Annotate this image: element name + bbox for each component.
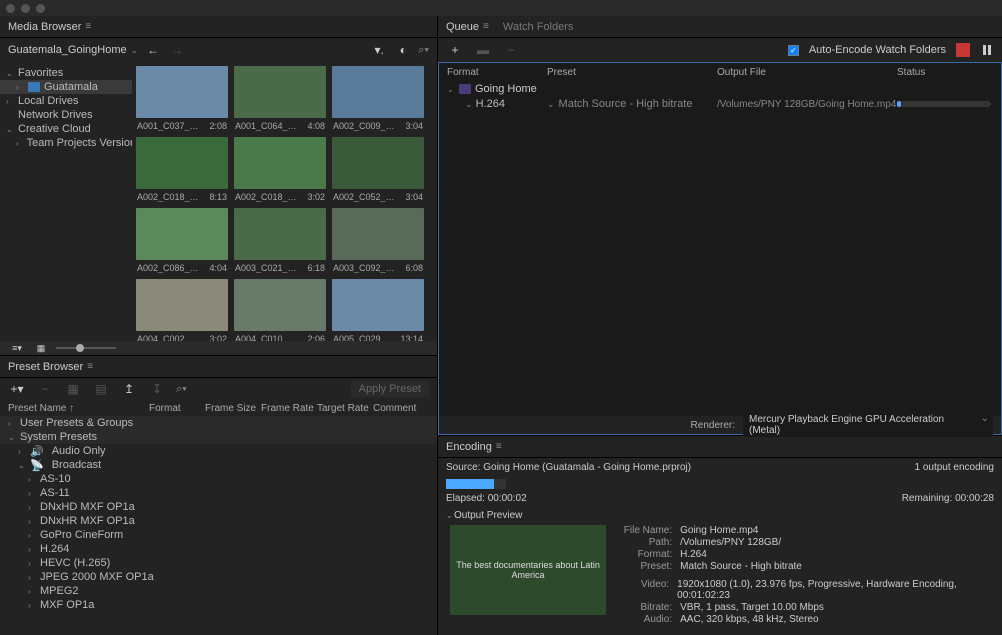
preset-column-headers: Preset Name ↑ Format Frame Size Frame Ra…: [0, 400, 437, 416]
sort-arrow-icon[interactable]: ↑: [69, 403, 74, 414]
chevron-down-icon[interactable]: ⌄: [547, 99, 555, 110]
output-file-link[interactable]: /Volumes/PNY 128GB/Going Home.mp4: [717, 99, 897, 110]
clip-thumbnail[interactable]: A005_C029_0925...13:14: [332, 279, 424, 341]
encoding-tab[interactable]: Encoding≡: [446, 441, 502, 453]
nav-back-button[interactable]: ←: [144, 41, 162, 59]
panel-menu-icon[interactable]: ≡: [496, 441, 502, 452]
media-browser-toolbar: Guatemala_GoingHome ⌄ ← → ▾. ◐ ⌕▾: [0, 38, 437, 62]
renderer-label: Renderer:: [691, 420, 735, 431]
preset-broadcast[interactable]: ⌄📡Broadcast: [0, 458, 437, 472]
output-preview-label: Output Preview: [454, 510, 522, 521]
preset-item[interactable]: ›DNxHR MXF OP1a: [0, 514, 437, 528]
clip-thumbnail[interactable]: A002_C009_0922...3:04: [332, 66, 424, 131]
panel-menu-icon[interactable]: ≡: [87, 361, 93, 372]
minimize-window-icon[interactable]: [21, 4, 30, 13]
export-preset-button: ↧: [148, 380, 166, 398]
output-count: 1 output encoding: [914, 462, 994, 473]
ingest-icon[interactable]: ◐: [394, 41, 412, 59]
folder-tree: ⌄Favorites ›Guatamala ›Local Drives Netw…: [0, 62, 132, 341]
tree-favorites[interactable]: ⌄Favorites: [0, 66, 132, 80]
settings-preset-button: ▤: [92, 380, 110, 398]
media-browser-tab[interactable]: Media Browser≡: [8, 21, 91, 33]
clip-thumbnail[interactable]: A004_C002_0924...3:02: [136, 279, 228, 341]
delete-preset-button: −: [36, 380, 54, 398]
filter-icon[interactable]: ▾.: [370, 41, 388, 59]
clip-thumbnail[interactable]: A002_C018_0922...3:02: [234, 137, 326, 202]
path-breadcrumb[interactable]: Guatemala_GoingHome ⌄: [8, 44, 138, 56]
close-window-icon[interactable]: [6, 4, 15, 13]
watch-folders-tab[interactable]: Watch Folders: [503, 21, 574, 33]
media-browser-footer: ≡▾ ▦: [0, 341, 437, 355]
speaker-icon: 🔊: [30, 445, 44, 458]
queue-item[interactable]: ⌄Going Home ⌄ H.264 ⌄ Match Source - Hig…: [439, 82, 1001, 112]
auto-encode-checkbox[interactable]: ✓: [788, 45, 799, 56]
tree-local-drives[interactable]: ›Local Drives: [0, 94, 132, 108]
queue-tab[interactable]: Queue≡: [446, 21, 489, 33]
preset-item[interactable]: ›HEVC (H.265): [0, 556, 437, 570]
tree-team-projects[interactable]: ›Team Projects Versions: [0, 136, 132, 150]
preset-browser-tab[interactable]: Preset Browser≡: [8, 361, 93, 373]
panel-menu-icon[interactable]: ≡: [483, 21, 489, 32]
add-source-button[interactable]: +: [446, 41, 464, 59]
auto-encode-label: Auto-Encode Watch Folders: [809, 44, 946, 56]
chevron-down-icon[interactable]: ⌄: [447, 85, 455, 94]
remove-source-button: ▬: [474, 41, 492, 59]
preset-item[interactable]: ›GoPro CineForm: [0, 528, 437, 542]
nav-forward-button: →: [168, 41, 186, 59]
apply-preset-button: Apply Preset: [351, 381, 429, 397]
item-progress-bar: [897, 101, 991, 107]
tree-guatemala[interactable]: ›Guatamala: [0, 80, 132, 94]
preset-item[interactable]: ›AS-11: [0, 486, 437, 500]
maximize-window-icon[interactable]: [36, 4, 45, 13]
tree-creative-cloud[interactable]: ⌄Creative Cloud: [0, 122, 132, 136]
stop-queue-button[interactable]: [956, 43, 970, 57]
chevron-down-icon: ⌄: [131, 45, 139, 56]
preview-thumbnail: The best documentaries about Latin Ameri…: [450, 525, 606, 615]
preset-item[interactable]: ›MPEG2: [0, 584, 437, 598]
preset-search-input[interactable]: ⌕▾: [176, 383, 341, 396]
chevron-down-icon[interactable]: ⌄: [446, 511, 454, 520]
chevron-down-icon[interactable]: ⌄: [465, 99, 473, 109]
source-label: Source:: [446, 462, 480, 473]
media-browser-tabbar: Media Browser≡: [0, 16, 437, 38]
premiere-project-icon: [459, 84, 471, 94]
thumbnail-size-slider[interactable]: [56, 347, 116, 349]
preset-item[interactable]: ›AS-10: [0, 472, 437, 486]
duplicate-button: −: [502, 41, 520, 59]
folder-icon: [28, 82, 40, 92]
clip-thumbnail[interactable]: A001_C037_0921...2:08: [136, 66, 228, 131]
broadcast-icon: 📡: [30, 459, 44, 472]
output-details: File Name:Going Home.mp4 Path:/Volumes/P…: [618, 525, 994, 625]
preset-item[interactable]: ›MXF OP1a: [0, 598, 437, 612]
search-input[interactable]: ⌕▾: [418, 44, 429, 57]
preset-group-system[interactable]: ⌄System Presets: [0, 430, 437, 444]
clip-thumbnail[interactable]: A002_C018_0922...8:13: [136, 137, 228, 202]
preset-item[interactable]: ›H.264: [0, 542, 437, 556]
preset-group-user[interactable]: ›User Presets & Groups: [0, 416, 437, 430]
clip-thumbnail[interactable]: A002_C052_0922...3:04: [332, 137, 424, 202]
panel-menu-icon[interactable]: ≡: [85, 21, 91, 32]
add-preset-button[interactable]: +▾: [8, 380, 26, 398]
encoding-progress-bar: [446, 479, 506, 489]
window-titlebar: [0, 0, 1002, 16]
preset-item[interactable]: ›JPEG 2000 MXF OP1a: [0, 570, 437, 584]
group-preset-button: ▦: [64, 380, 82, 398]
clip-thumbnail[interactable]: A003_C092_0923...6:08: [332, 208, 424, 273]
clip-thumbnail[interactable]: A002_C086_0922...4:04: [136, 208, 228, 273]
source-value: Going Home (Guatamala - Going Home.prpro…: [483, 462, 691, 473]
clip-thumbnail[interactable]: A004_C010_0924...2:06: [234, 279, 326, 341]
import-preset-button[interactable]: ↥: [120, 380, 138, 398]
pause-queue-button[interactable]: [980, 43, 994, 57]
queue-headers: Format Preset Output File Status: [439, 63, 1001, 82]
thumbnail-grid: A001_C037_0921...2:08A001_C064_0921...4:…: [132, 62, 437, 341]
renderer-dropdown[interactable]: Mercury Playback Engine GPU Acceleration…: [743, 413, 993, 437]
clip-thumbnail[interactable]: A001_C064_0921...4:08: [234, 66, 326, 131]
preset-audio-only[interactable]: ›🔊Audio Only: [0, 444, 437, 458]
preset-item[interactable]: ›DNxHD MXF OP1a: [0, 500, 437, 514]
tree-network-drives[interactable]: Network Drives: [0, 108, 132, 122]
clip-thumbnail[interactable]: A003_C021_0923...6:18: [234, 208, 326, 273]
